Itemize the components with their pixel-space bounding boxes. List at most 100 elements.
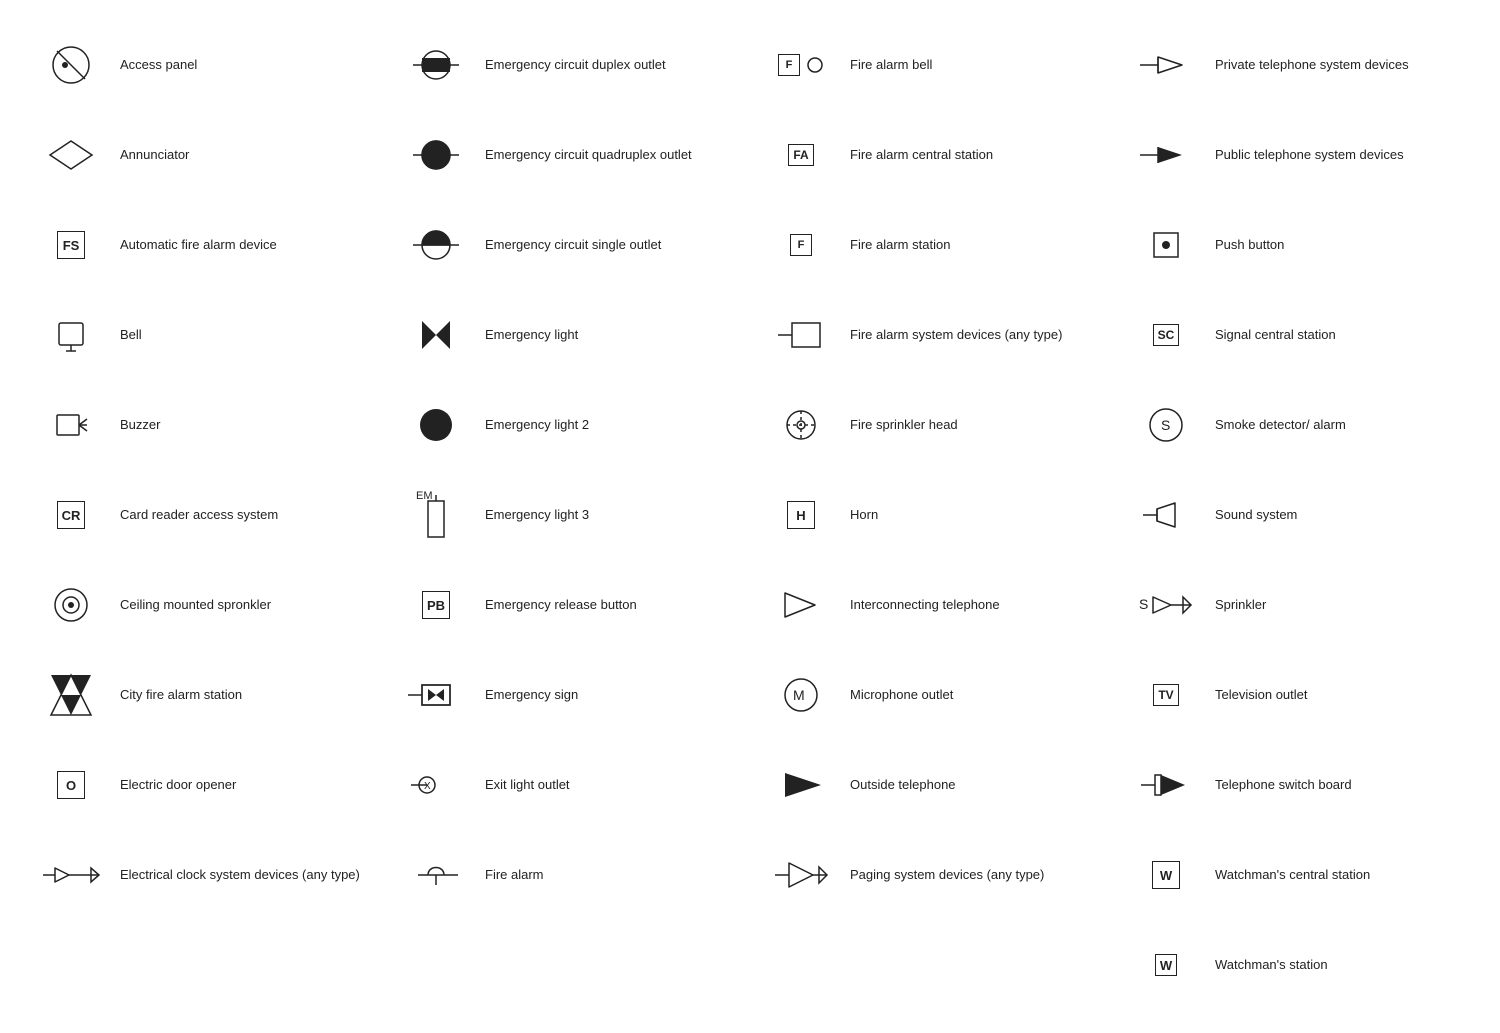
- symbol-fire-sprinkler: [766, 403, 836, 447]
- symbol-auto-fire-alarm: FS: [36, 231, 106, 259]
- item-access-panel: Access panel: [20, 20, 385, 110]
- symbol-emergency-release: PB: [401, 591, 471, 619]
- item-emergency-sign: Emergency sign: [385, 650, 750, 740]
- item-exit-light: X Exit light outlet: [385, 740, 750, 830]
- item-smoke-detector: S Smoke detector/ alarm: [1115, 380, 1480, 470]
- symbol-emergency-single: [401, 223, 471, 267]
- item-sound-system: Sound system: [1115, 470, 1480, 560]
- label-smoke-detector: Smoke detector/ alarm: [1215, 416, 1470, 434]
- symbol-emergency-sign: [401, 673, 471, 717]
- svg-text:EM: EM: [416, 490, 433, 502]
- symbol-tel-switchboard: [1131, 763, 1201, 807]
- item-public-phone: Public telephone system devices: [1115, 110, 1480, 200]
- symbol-emergency-light3: EM: [401, 485, 471, 545]
- symbol-fire-alarm-main: [401, 853, 471, 897]
- item-emergency-light: Emergency light: [385, 290, 750, 380]
- symbol-emergency-quadruplex: [401, 133, 471, 177]
- symbol-private-phone: [1131, 43, 1201, 87]
- symbol-annunciator: [36, 137, 106, 173]
- item-city-fire-alarm: City fire alarm station: [20, 650, 385, 740]
- item-watchman-central: W Watchman's central station: [1115, 830, 1480, 920]
- label-emergency-light: Emergency light: [485, 326, 740, 344]
- symbol-sprinkler: S: [1131, 583, 1201, 627]
- item-fire-alarm-main: Fire alarm: [385, 830, 750, 920]
- symbol-grid: Access panel Emergency circuit duplex ou…: [20, 20, 1480, 1010]
- item-horn: H Horn: [750, 470, 1115, 560]
- item-buzzer: Buzzer: [20, 380, 385, 470]
- label-television: Television outlet: [1215, 686, 1470, 704]
- item-electric-door: O Electric door opener: [20, 740, 385, 830]
- label-fire-alarm-system: Fire alarm system devices (any type): [850, 326, 1105, 344]
- label-private-phone: Private telephone system devices: [1215, 56, 1470, 74]
- label-push-button: Push button: [1215, 236, 1470, 254]
- label-interconnecting: Interconnecting telephone: [850, 596, 1105, 614]
- symbol-city-fire-alarm: [36, 673, 106, 717]
- label-sound-system: Sound system: [1215, 506, 1470, 524]
- item-annunciator: Annunciator: [20, 110, 385, 200]
- symbol-elec-clock: [36, 853, 106, 897]
- label-public-phone: Public telephone system devices: [1215, 146, 1470, 164]
- item-fire-alarm-bell: F Fire alarm bell: [750, 20, 1115, 110]
- item-card-reader: CRCard reader access system: [20, 470, 385, 560]
- item-paging: Paging system devices (any type): [750, 830, 1115, 920]
- item-fire-alarm-central: FA Fire alarm central station: [750, 110, 1115, 200]
- label-sprinkler: Sprinkler: [1215, 596, 1470, 614]
- symbol-electric-door: O: [36, 771, 106, 799]
- symbol-outside-phone: [766, 763, 836, 807]
- symbol-public-phone: [1131, 133, 1201, 177]
- symbol-sound-system: [1131, 493, 1201, 537]
- label-annunciator: Annunciator: [120, 146, 375, 164]
- item-auto-fire-alarm: FS Automatic fire alarm device: [20, 200, 385, 290]
- item-bell: Bell: [20, 290, 385, 380]
- symbol-smoke-detector: S: [1131, 403, 1201, 447]
- symbol-exit-light: X: [401, 763, 471, 807]
- label-emergency-single: Emergency circuit single outlet: [485, 236, 740, 254]
- symbol-ceiling-sprinkler: [36, 583, 106, 627]
- label-watchman-central: Watchman's central station: [1215, 866, 1470, 884]
- item-outside-phone: Outside telephone: [750, 740, 1115, 830]
- label-elec-clock: Electrical clock system devices (any typ…: [120, 866, 375, 884]
- label-emergency-sign: Emergency sign: [485, 686, 740, 704]
- symbol-interconnecting: [766, 583, 836, 627]
- symbol-watchman-central: W: [1131, 861, 1201, 889]
- symbol-signal-central: SC: [1131, 324, 1201, 346]
- label-buzzer: Buzzer: [120, 416, 375, 434]
- symbol-emergency-duplex: [401, 43, 471, 87]
- label-fire-sprinkler: Fire sprinkler head: [850, 416, 1105, 434]
- item-private-phone: Private telephone system devices: [1115, 20, 1480, 110]
- symbol-fire-alarm-station: F: [766, 234, 836, 256]
- item-emergency-light3: EM Emergency light 3: [385, 470, 750, 560]
- symbol-microphone: M: [766, 673, 836, 717]
- label-bell: Bell: [120, 326, 375, 344]
- label-horn: Horn: [850, 506, 1105, 524]
- svg-text:M: M: [793, 687, 805, 703]
- label-emergency-duplex: Emergency circuit duplex outlet: [485, 56, 740, 74]
- label-electric-door: Electric door opener: [120, 776, 375, 794]
- label-tel-switchboard: Telephone switch board: [1215, 776, 1470, 794]
- label-emergency-quadruplex: Emergency circuit quadruplex outlet: [485, 146, 740, 164]
- label-microphone: Microphone outlet: [850, 686, 1105, 704]
- svg-text:S: S: [1139, 596, 1148, 612]
- symbol-emergency-light2: [401, 403, 471, 447]
- item-watchman-station: WWatchman's station: [1115, 920, 1480, 1010]
- item-emergency-release: PBEmergency release button: [385, 560, 750, 650]
- item-signal-central: SCSignal central station: [1115, 290, 1480, 380]
- item-tel-switchboard: Telephone switch board: [1115, 740, 1480, 830]
- item-push-button: Push button: [1115, 200, 1480, 290]
- item-interconnecting: Interconnecting telephone: [750, 560, 1115, 650]
- label-fire-alarm-station: Fire alarm station: [850, 236, 1105, 254]
- svg-text:X: X: [424, 781, 431, 792]
- label-emergency-light2: Emergency light 2: [485, 416, 740, 434]
- symbol-emergency-light: [401, 313, 471, 357]
- label-card-reader: Card reader access system: [120, 506, 375, 524]
- symbol-paging: [766, 853, 836, 897]
- symbol-fire-alarm-central: FA: [766, 144, 836, 166]
- svg-text:S: S: [1161, 417, 1170, 433]
- item-television: TVTelevision outlet: [1115, 650, 1480, 740]
- label-watchman-station: Watchman's station: [1215, 956, 1470, 974]
- label-fire-alarm-central: Fire alarm central station: [850, 146, 1105, 164]
- label-auto-fire-alarm: Automatic fire alarm device: [120, 236, 375, 254]
- symbol-horn: H: [766, 501, 836, 529]
- symbol-buzzer: [36, 403, 106, 447]
- item-fire-alarm-station: F Fire alarm station: [750, 200, 1115, 290]
